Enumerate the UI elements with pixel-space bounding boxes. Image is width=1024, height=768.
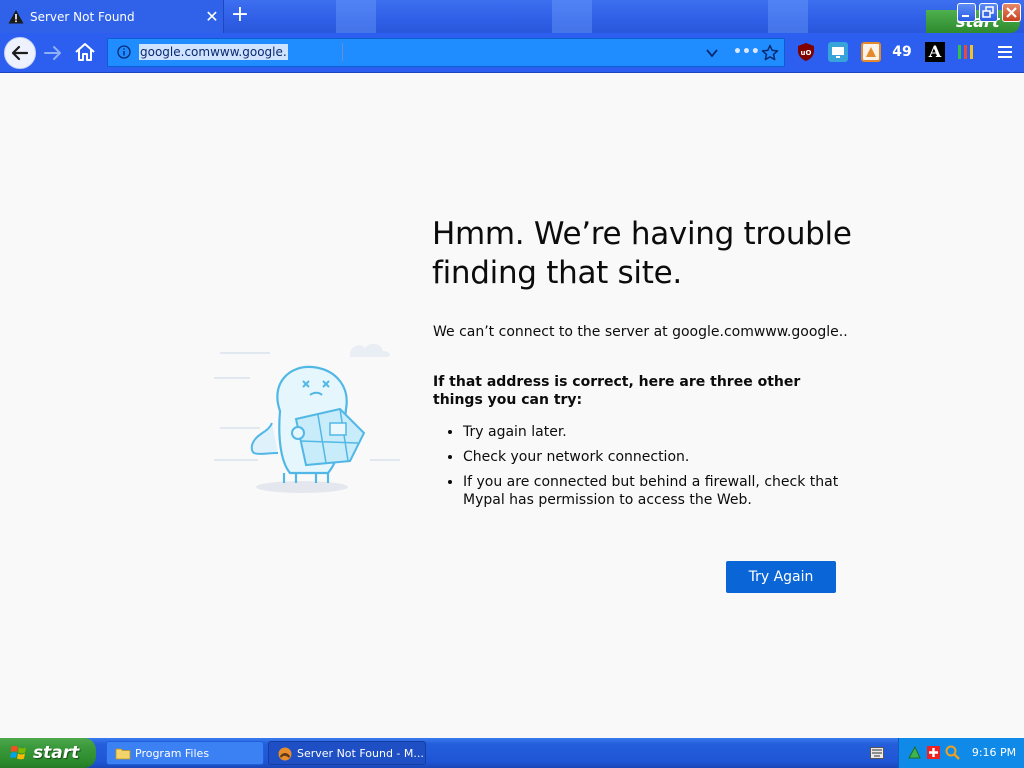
back-button[interactable] [4, 37, 36, 69]
browser-icon [278, 747, 292, 761]
antivirus-icon[interactable] [926, 745, 941, 760]
warning-icon [8, 9, 24, 23]
navigation-toolbar: google.comwww.google. ••• uO 49 A [0, 33, 1024, 73]
tab-close-icon[interactable]: ✕ [201, 7, 223, 26]
arrow-left-icon [11, 45, 29, 61]
url-input[interactable]: google.comwww.google. [139, 44, 288, 60]
taskbar: start Program Files Server Not Found - M… [0, 738, 1024, 768]
chevron-down-icon[interactable] [705, 46, 719, 60]
keyboard-icon[interactable] [870, 747, 884, 759]
strip-highlight [336, 0, 376, 33]
suggestions-heading: If that address is correct, here are thr… [433, 374, 801, 408]
bars-extension-icon[interactable] [956, 42, 976, 62]
list-item: If you are connected but behind a firewa… [463, 473, 843, 509]
forward-button[interactable] [42, 42, 64, 64]
error-title: Hmm. We’re having trouble finding that s… [432, 216, 852, 291]
suggestions-list: Try again later. Check your network conn… [433, 423, 843, 516]
hamburger-menu-icon[interactable] [996, 43, 1014, 61]
text-cursor [342, 43, 343, 61]
start-label: start [33, 743, 80, 763]
page-content: Hmm. We’re having trouble finding that s… [0, 73, 1024, 738]
restore-icon [982, 6, 994, 18]
list-item: Try again later. [463, 423, 843, 441]
folder-icon [115, 748, 131, 760]
taskbar-item-browser[interactable]: Server Not Found - M... [268, 741, 426, 765]
fox-face-icon [866, 47, 876, 57]
list-item: Check your network connection. [463, 448, 843, 466]
tab-server-not-found[interactable]: Server Not Found ✕ [0, 0, 224, 33]
home-button[interactable] [74, 41, 96, 63]
svg-text:uO: uO [801, 49, 812, 57]
monitor-icon [832, 47, 844, 58]
windows-logo-icon [10, 745, 26, 760]
orange-extension-icon[interactable] [861, 42, 881, 62]
strip-highlight [768, 0, 808, 33]
url-bar[interactable]: google.comwww.google. ••• [107, 38, 785, 67]
close-icon [1006, 7, 1017, 18]
page-actions-button[interactable]: ••• [733, 43, 760, 61]
clock[interactable]: 9:16 PM [969, 738, 1019, 768]
new-tab-button[interactable]: + [226, 4, 254, 28]
network-icon[interactable] [907, 745, 922, 760]
try-again-button[interactable]: Try Again [726, 561, 836, 593]
task-label: Server Not Found - M... [297, 747, 424, 760]
font-extension-icon[interactable]: A [925, 42, 945, 62]
taskbar-item-program-files[interactable]: Program Files [106, 741, 264, 765]
error-description: We can’t connect to the server at google… [433, 324, 848, 340]
strip-highlight [552, 0, 592, 33]
screen-extension-icon[interactable] [828, 42, 848, 62]
ublock-extension-icon[interactable]: uO [796, 42, 816, 62]
system-tray: 9:16 PM [898, 738, 1024, 768]
task-label: Program Files [135, 747, 210, 760]
info-icon[interactable] [117, 45, 131, 59]
start-button[interactable]: start [0, 738, 96, 768]
minimize-icon [962, 15, 969, 17]
extension-count-badge[interactable]: 49 [892, 42, 912, 62]
dinosaur-with-map-illustration [214, 343, 400, 493]
bookmark-star-icon[interactable] [761, 44, 779, 62]
restore-button[interactable] [979, 3, 998, 22]
magnifier-icon[interactable] [945, 745, 960, 760]
tab-title: Server Not Found [30, 9, 135, 24]
close-window-button[interactable] [1002, 3, 1021, 22]
tab-strip: Server Not Found ✕ + start [0, 0, 1024, 33]
minimize-button[interactable] [957, 3, 976, 22]
